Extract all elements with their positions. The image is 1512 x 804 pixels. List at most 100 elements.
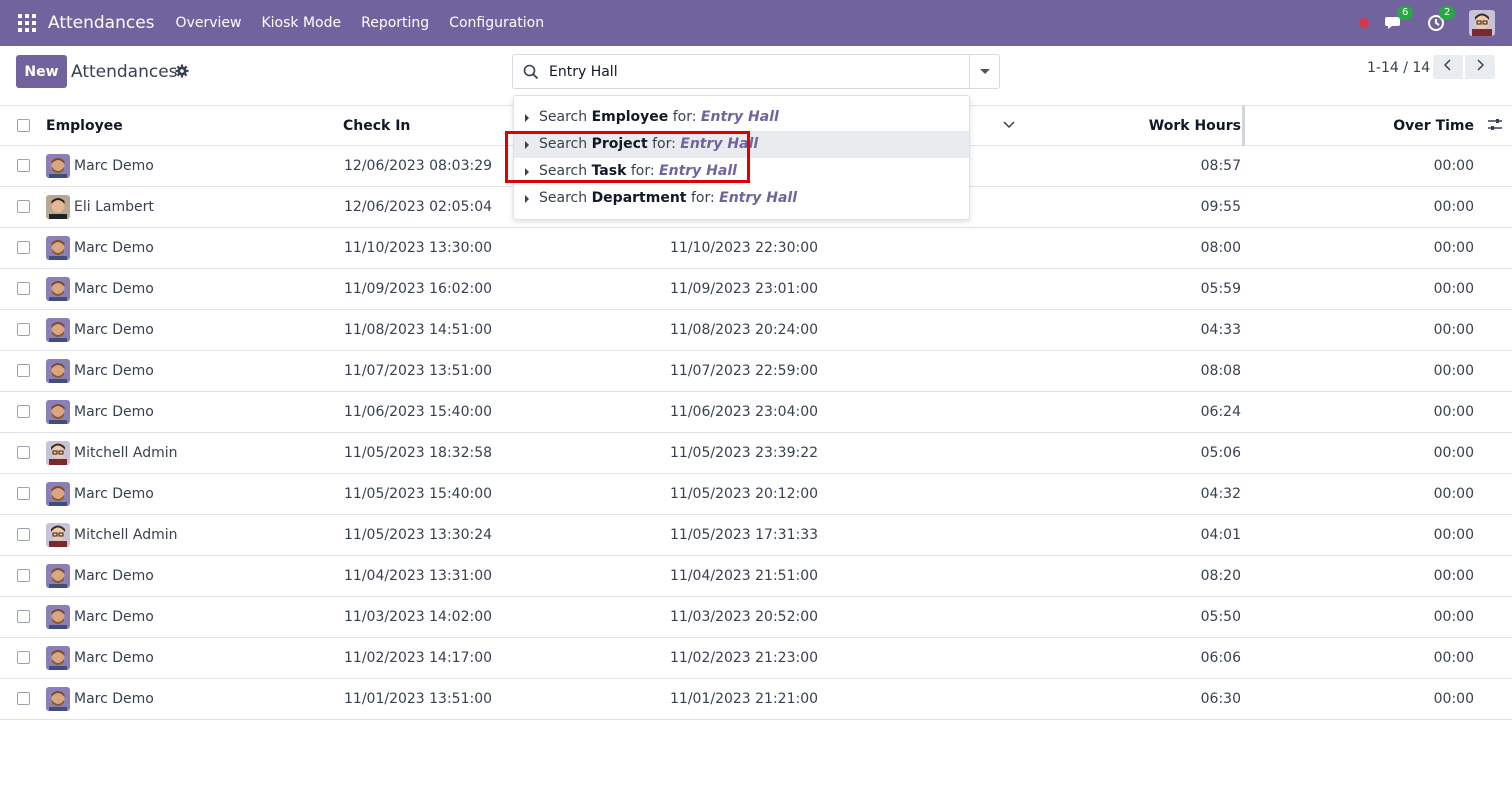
chevron-down-icon[interactable] (1003, 118, 1015, 130)
search-option-employee[interactable]: Search Employee for: Entry Hall (514, 104, 969, 131)
select-all-checkbox[interactable] (17, 119, 30, 132)
table-row[interactable]: Marc Demo 11/09/2023 16:02:00 11/09/2023 2… (0, 269, 1512, 310)
header-work-hours[interactable]: Work Hours (1149, 106, 1241, 146)
table-row[interactable]: Marc Demo 11/10/2023 13:30:00 11/10/2023 2… (0, 228, 1512, 269)
work-hours-value: 08:57 (1200, 158, 1241, 174)
table-row[interactable]: Marc Demo 11/03/2023 14:02:00 11/03/2023 2… (0, 597, 1512, 638)
record-indicator-icon[interactable] (1359, 18, 1369, 28)
systray: 6 2 (1359, 0, 1512, 46)
employee-name: Eli Lambert (74, 199, 154, 215)
over-time-value: 00:00 (1433, 609, 1474, 625)
search-option-field: Department (591, 190, 687, 206)
menu-item-configuration[interactable]: Configuration (439, 0, 554, 46)
employee-name: Mitchell Admin (74, 527, 178, 543)
check-out-value: 11/05/2023 23:39:22 (670, 445, 819, 461)
table-row[interactable]: Marc Demo 11/06/2023 15:40:00 11/06/2023 2… (0, 392, 1512, 433)
employee-avatar (46, 687, 70, 711)
messages-icon[interactable]: 6 (1385, 6, 1414, 32)
row-checkbox[interactable] (17, 651, 30, 664)
over-time-value: 00:00 (1433, 281, 1474, 297)
search-icon (523, 64, 539, 80)
menu-item-reporting[interactable]: Reporting (351, 0, 439, 46)
search-option-department[interactable]: Search Department for: Entry Hall (514, 185, 969, 212)
column-resize-handle[interactable] (1242, 106, 1245, 146)
optional-columns-icon[interactable] (1487, 117, 1503, 133)
row-checkbox[interactable] (17, 405, 30, 418)
header-employee[interactable]: Employee (46, 106, 123, 146)
work-hours-value: 08:08 (1200, 363, 1241, 379)
search-option-for: for: (690, 190, 715, 206)
table-row[interactable]: Mitchell Admin 11/05/2023 13:30:24 11/05/2… (0, 515, 1512, 556)
pager-value[interactable]: 1-14 / 14 (1367, 60, 1430, 76)
search-option-for: for: (652, 136, 676, 152)
employee-name: Marc Demo (74, 322, 154, 338)
apps-menu-icon[interactable] (18, 14, 36, 32)
search-options-toggle[interactable] (969, 55, 999, 88)
search-option-field: Employee (591, 109, 669, 125)
expand-caret-icon[interactable] (525, 114, 529, 122)
row-checkbox[interactable] (17, 282, 30, 295)
check-in-value: 11/05/2023 18:32:58 (344, 445, 493, 461)
table-row[interactable]: Marc Demo 11/02/2023 14:17:00 11/02/2023 2… (0, 638, 1512, 679)
header-over-time[interactable]: Over Time (1393, 106, 1474, 146)
employee-name: Mitchell Admin (74, 445, 178, 461)
over-time-value: 00:00 (1433, 486, 1474, 502)
pager-next-button[interactable] (1465, 55, 1495, 79)
menu-item-overview[interactable]: Overview (166, 0, 252, 46)
check-out-value: 11/06/2023 23:04:00 (670, 404, 819, 420)
work-hours-value: 06:06 (1200, 650, 1241, 666)
check-in-value: 11/03/2023 14:02:00 (344, 609, 493, 625)
expand-caret-icon[interactable] (525, 141, 529, 149)
check-in-value: 11/06/2023 15:40:00 (344, 404, 493, 420)
employee-name: Marc Demo (74, 568, 154, 584)
row-checkbox[interactable] (17, 569, 30, 582)
work-hours-value: 06:24 (1200, 404, 1241, 420)
expand-caret-icon[interactable] (525, 168, 529, 176)
table-row[interactable]: Marc Demo 11/01/2023 13:51:00 11/01/2023 2… (0, 679, 1512, 720)
over-time-value: 00:00 (1433, 691, 1474, 707)
search-option-task[interactable]: Search Task for: Entry Hall (514, 158, 969, 185)
activities-clock-icon[interactable]: 2 (1427, 6, 1456, 32)
pager-previous-button[interactable] (1433, 55, 1463, 79)
over-time-value: 00:00 (1433, 404, 1474, 420)
expand-caret-icon[interactable] (525, 195, 529, 203)
employee-avatar (46, 482, 70, 506)
row-checkbox[interactable] (17, 200, 30, 213)
menu-item-kiosk-mode[interactable]: Kiosk Mode (251, 0, 351, 46)
employee-name: Marc Demo (74, 691, 154, 707)
row-checkbox[interactable] (17, 528, 30, 541)
new-button[interactable]: New (16, 55, 67, 88)
check-in-value: 12/06/2023 08:03:29 (344, 158, 493, 174)
table-row[interactable]: Marc Demo 11/08/2023 14:51:00 11/08/2023 2… (0, 310, 1512, 351)
employee-avatar (46, 236, 70, 260)
row-checkbox[interactable] (17, 159, 30, 172)
gear-icon[interactable] (175, 64, 189, 78)
check-out-value: 11/03/2023 20:52:00 (670, 609, 819, 625)
row-checkbox[interactable] (17, 610, 30, 623)
search-option-for: for: (672, 109, 697, 125)
row-checkbox[interactable] (17, 241, 30, 254)
employee-avatar (46, 564, 70, 588)
table-row[interactable]: Marc Demo 11/07/2023 13:51:00 11/07/2023 2… (0, 351, 1512, 392)
row-checkbox[interactable] (17, 364, 30, 377)
employee-avatar (46, 441, 70, 465)
over-time-value: 00:00 (1433, 568, 1474, 584)
table-row[interactable]: Marc Demo 11/05/2023 15:40:00 11/05/2023 2… (0, 474, 1512, 515)
table-row[interactable]: Mitchell Admin 11/05/2023 18:32:58 11/05/2… (0, 433, 1512, 474)
check-out-value: 11/09/2023 23:01:00 (670, 281, 819, 297)
search-input[interactable] (549, 61, 969, 83)
search-option-project[interactable]: Search Project for: Entry Hall (514, 131, 969, 158)
employee-name: Marc Demo (74, 404, 154, 420)
row-checkbox[interactable] (17, 487, 30, 500)
table-row[interactable]: Marc Demo 11/04/2023 13:31:00 11/04/2023 2… (0, 556, 1512, 597)
header-check-in[interactable]: Check In (343, 106, 410, 146)
chevron-right-icon (1477, 59, 1485, 71)
employee-name: Marc Demo (74, 363, 154, 379)
row-checkbox[interactable] (17, 323, 30, 336)
user-avatar[interactable] (1469, 10, 1495, 36)
row-checkbox[interactable] (17, 446, 30, 459)
chevron-left-icon (1443, 59, 1451, 71)
row-checkbox[interactable] (17, 692, 30, 705)
app-title[interactable]: Attendances (48, 13, 155, 33)
check-in-value: 11/01/2023 13:51:00 (344, 691, 493, 707)
